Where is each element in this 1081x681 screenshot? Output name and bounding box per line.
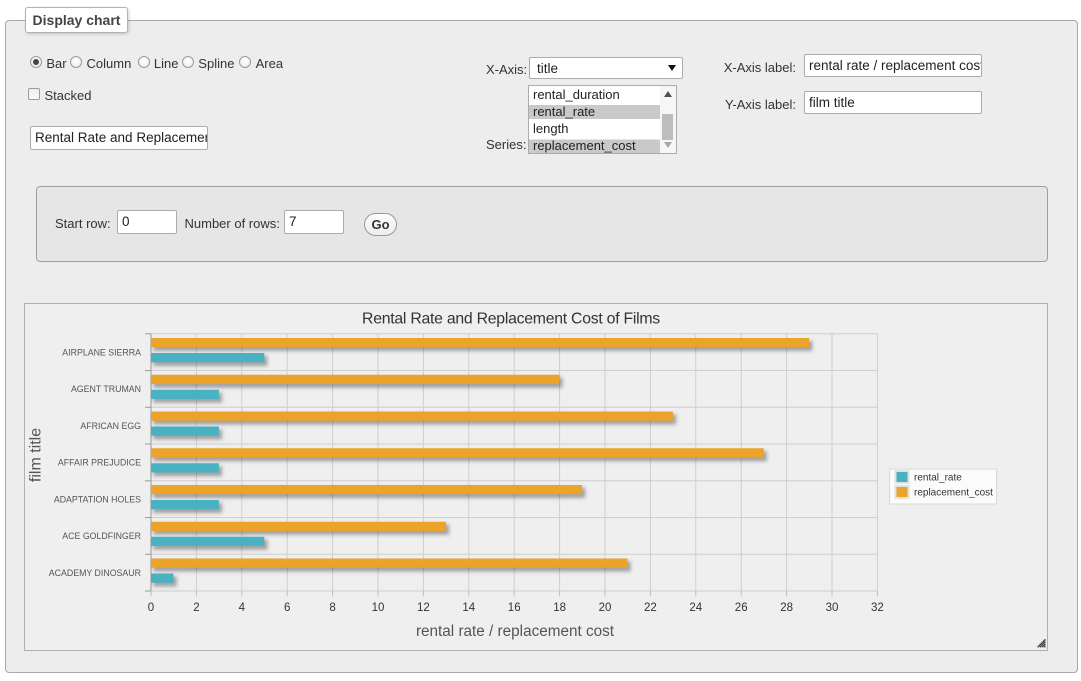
svg-text:AFFAIR PREJUDICE: AFFAIR PREJUDICE bbox=[58, 458, 141, 468]
svg-text:rental rate / replacement cost: rental rate / replacement cost bbox=[416, 623, 615, 640]
svg-text:14: 14 bbox=[462, 602, 475, 614]
svg-text:AIRPLANE SIERRA: AIRPLANE SIERRA bbox=[62, 347, 141, 357]
svg-text:10: 10 bbox=[372, 602, 385, 614]
svg-text:Rental Rate and Replacement Co: Rental Rate and Replacement Cost of Film… bbox=[362, 311, 660, 328]
svg-text:2: 2 bbox=[193, 602, 199, 614]
svg-text:AGENT TRUMAN: AGENT TRUMAN bbox=[71, 384, 141, 394]
svg-text:4: 4 bbox=[239, 602, 246, 614]
svg-text:ACE GOLDFINGER: ACE GOLDFINGER bbox=[62, 531, 141, 541]
svg-text:8: 8 bbox=[329, 602, 335, 614]
svg-text:16: 16 bbox=[508, 602, 521, 614]
svg-text:22: 22 bbox=[644, 602, 657, 614]
svg-text:AFRICAN EGG: AFRICAN EGG bbox=[80, 421, 141, 431]
svg-text:26: 26 bbox=[735, 602, 748, 614]
svg-text:20: 20 bbox=[599, 602, 612, 614]
svg-text:rental_rate: rental_rate bbox=[914, 473, 962, 484]
svg-text:replacement_cost: replacement_cost bbox=[914, 488, 993, 499]
svg-text:12: 12 bbox=[417, 602, 430, 614]
svg-text:ACADEMY DINOSAUR: ACADEMY DINOSAUR bbox=[49, 568, 141, 578]
svg-text:24: 24 bbox=[689, 602, 702, 614]
svg-text:film title: film title bbox=[28, 428, 45, 482]
svg-text:30: 30 bbox=[826, 602, 839, 614]
svg-text:18: 18 bbox=[553, 602, 566, 614]
svg-text:ADAPTATION HOLES: ADAPTATION HOLES bbox=[54, 494, 141, 504]
svg-text:6: 6 bbox=[284, 602, 290, 614]
svg-text:28: 28 bbox=[780, 602, 793, 614]
svg-text:0: 0 bbox=[148, 602, 154, 614]
svg-text:32: 32 bbox=[871, 602, 884, 614]
